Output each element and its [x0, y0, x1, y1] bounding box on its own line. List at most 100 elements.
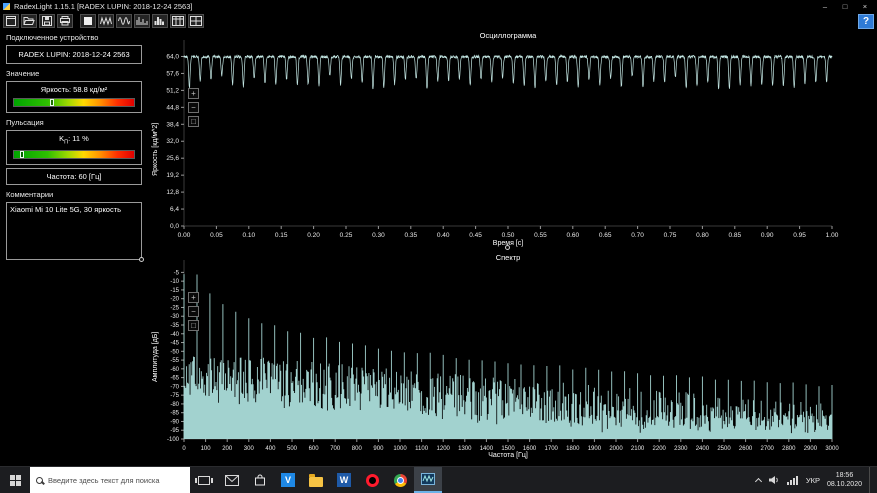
taskbar-clock[interactable]: 18:56 08.10.2020 — [827, 471, 862, 490]
svg-text:57,6: 57,6 — [166, 70, 179, 77]
pulsation-box: KП: 11 % — [6, 130, 142, 165]
taskbar-app-word[interactable]: W — [330, 467, 358, 493]
svg-text:0.65: 0.65 — [599, 232, 612, 239]
pan-button[interactable]: □ — [188, 320, 199, 331]
toolbar-button-view-grid[interactable] — [188, 14, 204, 28]
toolbar-button-view-sine[interactable] — [116, 14, 132, 28]
zoom-out-button[interactable]: − — [188, 102, 199, 113]
taskbar-app-mail[interactable] — [218, 467, 246, 493]
volume-icon[interactable] — [768, 475, 780, 485]
view-table-icon — [172, 16, 184, 26]
save-icon — [41, 16, 53, 26]
chrome-browser-icon — [394, 474, 407, 487]
brightness-value: Яркость: 58.8 кд/м² — [9, 85, 139, 94]
hidden-icons-chevron-icon[interactable] — [755, 477, 762, 484]
brightness-box: Яркость: 58.8 кд/м² — [6, 81, 142, 113]
toolbar-button-view-histogram[interactable] — [152, 14, 168, 28]
svg-text:-5: -5 — [174, 270, 180, 276]
close-button[interactable]: × — [860, 2, 870, 11]
pulsation-gradient-bar — [13, 150, 135, 159]
toolbar-button-open[interactable] — [21, 14, 37, 28]
svg-text:0.45: 0.45 — [469, 232, 482, 239]
spectrum-chart[interactable]: -5-10-15-20-25-30-35-40-45-50-55-60-65-7… — [148, 252, 877, 466]
svg-text:64,0: 64,0 — [166, 53, 179, 60]
view-value-icon — [82, 16, 94, 26]
svg-text:0.50: 0.50 — [502, 232, 515, 239]
view-oscillogram-icon — [100, 16, 112, 26]
svg-text:-50: -50 — [170, 349, 179, 355]
taskbar-app-v[interactable]: V — [274, 467, 302, 493]
zoom-in-button[interactable]: + — [188, 292, 199, 303]
taskbar-app-radexlight-active[interactable] — [414, 467, 442, 493]
minimize-button[interactable]: – — [820, 2, 830, 11]
task-view-icon — [198, 476, 210, 485]
svg-text:-100: -100 — [167, 437, 180, 443]
pan-button[interactable]: □ — [188, 116, 199, 127]
svg-text:25,6: 25,6 — [166, 155, 179, 162]
view-spectrum-icon — [136, 16, 148, 26]
svg-text:0.55: 0.55 — [534, 232, 547, 239]
svg-text:-45: -45 — [170, 341, 179, 347]
oscillogram-title: Осциллограмма — [184, 31, 832, 40]
svg-text:-20: -20 — [170, 297, 179, 303]
toolbar-button-view-oscillogram[interactable] — [98, 14, 114, 28]
kp-value: : 11 % — [68, 134, 89, 143]
comments-text: Xiaomi Mi 10 Lite 5G, 30 яркость — [10, 205, 121, 214]
toolbar-button-view-value[interactable] — [80, 14, 96, 28]
toolbar-button-save[interactable] — [39, 14, 55, 28]
toolbar-button-view-table[interactable] — [170, 14, 186, 28]
device-name: RADEX LUPIN: 2018-12-24 2563 — [6, 45, 142, 64]
chart-area: 64,057,651,244,838,432,025,619,212,86,40… — [148, 30, 877, 466]
svg-text:6,4: 6,4 — [170, 206, 179, 213]
taskbar-app-store[interactable] — [246, 467, 274, 493]
svg-text:0.85: 0.85 — [728, 232, 741, 239]
chart-splitter-grip[interactable] — [505, 245, 510, 250]
taskbar-app-opera[interactable] — [358, 467, 386, 493]
language-indicator[interactable]: УКР — [806, 476, 820, 485]
show-desktop-button[interactable] — [869, 467, 873, 493]
title-bar: RadexLight 1.15.1 [RADEX LUPIN: 2018-12-… — [0, 0, 877, 12]
windows-taskbar: Введите здесь текст для поиска V W УКР 1… — [0, 466, 877, 493]
device-section-label: Подключенное устройство — [6, 33, 142, 42]
frequency-box: Частота: 60 [Гц] — [6, 168, 142, 185]
pulsation-section-label: Пульсация — [6, 118, 142, 127]
svg-text:0.70: 0.70 — [631, 232, 644, 239]
brightness-gradient-bar — [13, 98, 135, 107]
view-grid-icon — [190, 16, 202, 26]
oscillogram-plot[interactable]: 64,057,651,244,838,432,025,619,212,86,40… — [148, 30, 877, 252]
zoom-out-button[interactable]: − — [188, 306, 199, 317]
taskbar-search-input[interactable]: Введите здесь текст для поиска — [30, 467, 190, 493]
network-icon[interactable] — [787, 475, 799, 485]
toolbar-button-new[interactable] — [3, 14, 19, 28]
view-histogram-icon — [154, 16, 166, 26]
svg-text:-25: -25 — [170, 305, 179, 311]
spectrum-plot[interactable]: -5-10-15-20-25-30-35-40-45-50-55-60-65-7… — [148, 252, 877, 466]
pulsation-value: KП: 11 % — [9, 134, 139, 146]
svg-text:19,2: 19,2 — [166, 172, 179, 179]
view-sine-icon — [118, 16, 130, 26]
help-button[interactable]: ? — [858, 14, 874, 29]
spectrum-ylabel: Амплитуда [дБ] — [152, 332, 159, 382]
svg-text:-90: -90 — [170, 419, 179, 425]
oscillogram-chart[interactable]: 64,057,651,244,838,432,025,619,212,86,40… — [148, 30, 877, 252]
toolbar-button-print[interactable] — [57, 14, 73, 28]
taskbar-app-explorer[interactable] — [302, 467, 330, 493]
svg-text:12,8: 12,8 — [166, 189, 179, 196]
svg-text:-60: -60 — [170, 367, 179, 373]
svg-text:0.90: 0.90 — [761, 232, 774, 239]
svg-text:1.00: 1.00 — [826, 232, 839, 239]
file-explorer-icon — [309, 477, 323, 487]
taskbar-app-chrome[interactable] — [386, 467, 414, 493]
maximize-button[interactable]: □ — [840, 2, 850, 11]
word-icon: W — [337, 473, 351, 487]
svg-text:-35: -35 — [170, 323, 179, 329]
svg-text:0.80: 0.80 — [696, 232, 709, 239]
task-view-button[interactable] — [190, 467, 218, 493]
zoom-in-button[interactable]: + — [188, 88, 199, 99]
comments-resize-grip[interactable] — [139, 257, 144, 262]
svg-text:-85: -85 — [170, 411, 179, 417]
toolbar-button-view-spectrum[interactable] — [134, 14, 150, 28]
app-icon — [3, 3, 10, 10]
start-button[interactable] — [0, 467, 30, 493]
comments-textarea[interactable]: Xiaomi Mi 10 Lite 5G, 30 яркость — [6, 202, 142, 260]
